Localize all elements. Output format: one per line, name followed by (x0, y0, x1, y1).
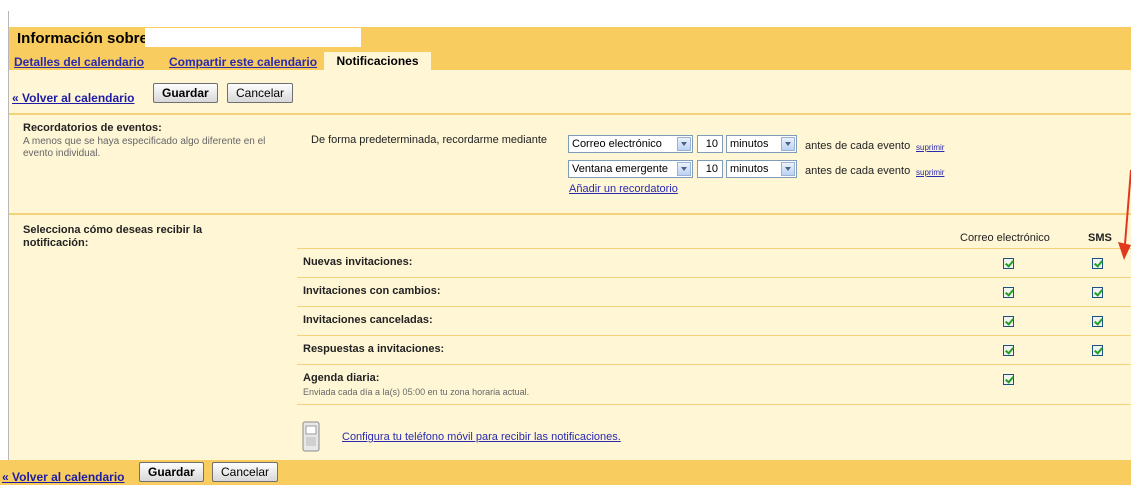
calendar-settings-header: Información sobre Detalles del calendari… (9, 27, 1131, 70)
page-title: Información sobre (17, 30, 148, 47)
row-label-cancelled-invitations: Invitaciones canceladas: (303, 314, 433, 326)
row-divider (297, 335, 1131, 336)
select-arrow-icon (677, 162, 691, 176)
row-divider (297, 404, 1131, 405)
select-arrow-icon (781, 162, 795, 176)
row-label-changed-invitations: Invitaciones con cambios: (303, 285, 441, 297)
row-label-new-invitations: Nuevas invitaciones: (303, 256, 413, 268)
tab-notifications[interactable]: Notificaciones (324, 52, 431, 70)
reminder-suffix: antes de cada evento (805, 165, 911, 177)
checkbox-checked-icon[interactable] (1003, 374, 1014, 385)
reminder-amount-input[interactable]: 10 (697, 135, 723, 153)
select-arrow-icon (677, 137, 691, 151)
reminder-method-select[interactable]: Correo electrónico (568, 135, 693, 153)
checkbox-checked-icon[interactable] (1003, 345, 1014, 356)
divider (9, 113, 1131, 115)
row-divider (297, 364, 1131, 365)
reminder-amount-input[interactable]: 10 (697, 160, 723, 178)
reminder-remove-link[interactable]: suprimir (916, 168, 944, 177)
cancel-button[interactable]: Cancelar (212, 462, 279, 482)
notifications-panel (9, 70, 1131, 460)
select-arrow-icon (781, 137, 795, 151)
save-button[interactable]: Guardar (153, 83, 218, 103)
reminders-title: Recordatorios de eventos: (23, 122, 162, 134)
checkbox-checked-icon[interactable] (1092, 316, 1103, 327)
reminder-unit-select[interactable]: minutos (726, 135, 797, 153)
bottom-toolbar: « Volver al calendario Guardar Cancelar (0, 460, 1131, 485)
checkbox-checked-icon[interactable] (1092, 287, 1103, 298)
daily-agenda-description: Enviada cada día a la(s) 05:00 en tu zon… (303, 387, 530, 397)
back-to-calendar-link[interactable]: « Volver al calendario (2, 470, 125, 484)
mobile-phone-icon (302, 421, 320, 452)
divider (9, 213, 1131, 215)
configure-mobile-link[interactable]: Configura tu teléfono móvil para recibir… (342, 431, 621, 443)
tab-calendar-details[interactable]: Detalles del calendario (14, 55, 144, 69)
reminder-unit-select[interactable]: minutos (726, 160, 797, 178)
column-header-sms: SMS (1088, 232, 1112, 244)
checkbox-checked-icon[interactable] (1003, 287, 1014, 298)
checkbox-checked-icon[interactable] (1003, 316, 1014, 327)
cancel-button[interactable]: Cancelar (227, 83, 294, 103)
back-to-calendar-link[interactable]: « Volver al calendario (12, 91, 135, 105)
reminder-method-select[interactable]: Ventana emergente (568, 160, 693, 178)
calendar-name-field (145, 28, 361, 47)
reminder-suffix: antes de cada evento (805, 140, 911, 152)
save-button[interactable]: Guardar (139, 462, 204, 482)
row-label-invitation-responses: Respuestas a invitaciones: (303, 343, 445, 355)
notifications-title: Selecciona cómo deseas recibir la notifi… (23, 224, 203, 249)
reminder-unit-value: minutos (730, 138, 769, 150)
column-header-email: Correo electrónico (960, 232, 1050, 244)
tab-share-calendar[interactable]: Compartir este calendario (169, 55, 317, 69)
row-divider (297, 277, 1131, 278)
reminders-description: A menos que se haya especificado algo di… (23, 136, 266, 159)
annotation-arrow-icon (1118, 169, 1131, 260)
reminder-method-value: Correo electrónico (572, 138, 662, 150)
reminders-default-label: De forma predeterminada, recordarme medi… (311, 134, 548, 146)
checkbox-checked-icon[interactable] (1092, 258, 1103, 269)
row-divider (297, 248, 1131, 249)
reminder-unit-value: minutos (730, 163, 769, 175)
row-divider (297, 306, 1131, 307)
add-reminder-link[interactable]: Añadir un recordatorio (569, 183, 678, 195)
reminder-remove-link[interactable]: suprimir (916, 143, 944, 152)
reminder-method-value: Ventana emergente (572, 163, 669, 175)
row-label-daily-agenda: Agenda diaria: (303, 372, 380, 384)
checkbox-checked-icon[interactable] (1003, 258, 1014, 269)
checkbox-checked-icon[interactable] (1092, 345, 1103, 356)
